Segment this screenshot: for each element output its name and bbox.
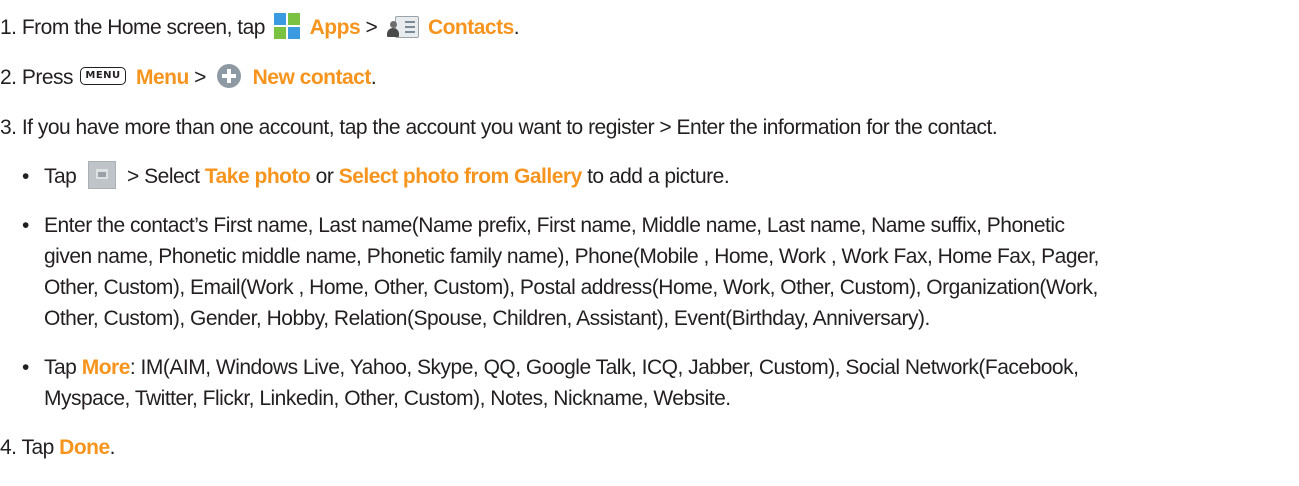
bullet-tap: Tap [44,165,77,188]
bullet-photo: • Tap > Select Take photo or Select photo… [22,161,730,191]
bullet-dot: • [22,165,29,188]
menu-key-icon: MENU [80,67,126,86]
step-1-prefix: 1. From the Home screen, tap [0,16,265,39]
separator: > [365,16,378,39]
step-1-end: . [513,16,520,39]
more-label: More [81,356,131,379]
more-text-2: Myspace, Twitter, Flickr, Linkedin, Othe… [44,387,731,410]
photo-icon [87,161,116,190]
bullet-or: or [315,165,334,188]
bullet-fields-line-2: given name, Phonetic middle name, Phonet… [44,243,1099,271]
bullet-dot: • [22,214,29,237]
step-2: 2. Press MENU Menu > New contact. [0,64,377,92]
step-4: 4. Tap Done. [0,434,116,462]
take-photo-label: Take photo [204,165,311,188]
fields-text-3: Other, Custom), Email(Work , Home, Other… [44,276,1098,299]
step-1: 1. From the Home screen, tap Apps > Cont… [0,13,520,42]
bullet-more-line-1: • Tap More: IM(AIM, Windows Live, Yahoo, … [22,354,1079,382]
more-text-1: : IM(AIM, Windows Live, Yahoo, Skype, QQ… [129,356,1079,379]
step-3: 3. If you have more than one account, ta… [0,114,998,142]
bullet-fields-line-1: • Enter the contact’s First name, Last na… [22,212,1065,240]
bullet-more-line-2: Myspace, Twitter, Flickr, Linkedin, Othe… [44,385,731,413]
done-label: Done [59,436,110,459]
contacts-icon [386,13,419,39]
bullet-more-tap: Tap [44,356,77,379]
step-2-prefix: 2. Press [0,66,74,89]
fields-text-2: given name, Phonetic middle name, Phonet… [44,245,1099,268]
fields-text-4: Other, Custom), Gender, Hobby, Relation(… [44,307,930,330]
select-gallery-label: Select photo from Gallery [338,165,583,188]
plus-circle-icon [217,64,242,89]
bullet-select: > Select [127,165,200,188]
new-contact-label: New contact [252,66,372,89]
bullet-fields-line-3: Other, Custom), Email(Work , Home, Other… [44,274,1098,302]
bullet-fields-line-4: Other, Custom), Gender, Hobby, Relation(… [44,305,930,333]
step-2-end: . [370,66,377,89]
step-4-prefix: 4. Tap [0,436,54,459]
apps-label: Apps [309,16,361,39]
apps-icon [274,13,301,40]
manual-page: 1. From the Home screen, tap Apps > Cont… [0,0,1299,486]
bullet-dot: • [22,356,29,379]
separator: > [194,66,206,89]
menu-label: Menu [136,66,189,89]
step-4-end: . [109,436,116,459]
bullet-end: to add a picture. [587,165,730,188]
fields-text-1: Enter the contact’s First name, Last nam… [44,214,1065,237]
contacts-label: Contacts [427,16,514,39]
step-3-text: 3. If you have more than one account, ta… [0,116,998,139]
